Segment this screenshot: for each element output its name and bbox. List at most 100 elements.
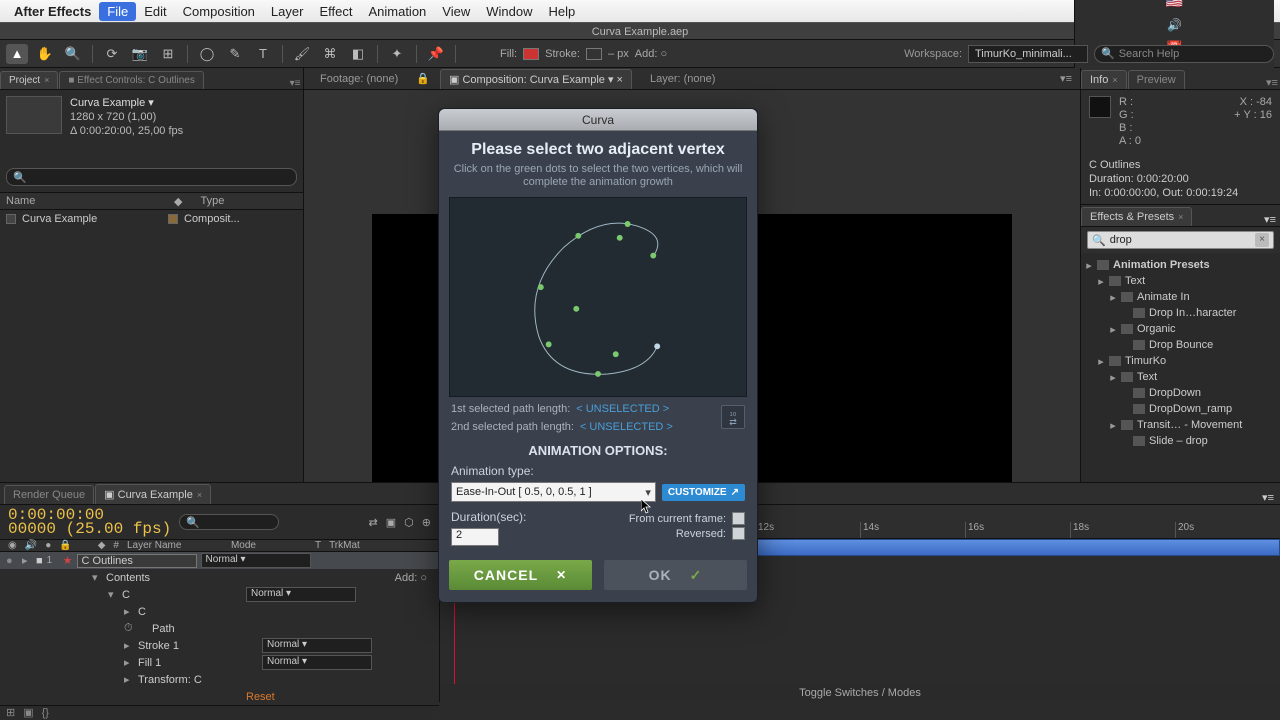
- tab-info[interactable]: Info×: [1081, 70, 1127, 89]
- from-current-frame-label: From current frame:: [629, 513, 726, 525]
- tree-node[interactable]: Drop In…haracter: [1083, 305, 1278, 321]
- layer-row[interactable]: ▸Fill 1Normal ▾: [0, 654, 439, 671]
- layer-row[interactable]: ▸Transform: C: [0, 671, 439, 688]
- check-icon: ✓: [690, 567, 703, 584]
- brush-tool-icon[interactable]: 🖌: [291, 44, 313, 64]
- dialog-titlebar[interactable]: Curva: [439, 109, 757, 131]
- tl-tool-icon[interactable]: ⇄: [369, 516, 378, 529]
- selection-tool-icon[interactable]: ▲: [6, 44, 28, 64]
- tree-node[interactable]: DropDown_ramp: [1083, 401, 1278, 417]
- hand-tool-icon[interactable]: ✋: [34, 44, 56, 64]
- path-length-1: 1st selected path length:< UNSELECTED >: [451, 403, 745, 415]
- layer-row[interactable]: ▸Stroke 1Normal ▾: [0, 637, 439, 654]
- tab-timeline-comp[interactable]: ▣ Curva Example×: [95, 484, 211, 504]
- tree-node[interactable]: DropDown: [1083, 385, 1278, 401]
- fill-color-swatch[interactable]: [523, 48, 539, 60]
- toggle-switches-modes[interactable]: Toggle Switches / Modes: [440, 684, 1280, 702]
- pan-behind-tool-icon[interactable]: ⊞: [157, 44, 179, 64]
- project-search-input[interactable]: 🔍: [6, 168, 297, 186]
- tl-tool-icon[interactable]: ▣: [386, 516, 396, 529]
- menu-composition[interactable]: Composition: [175, 2, 263, 21]
- menu-help[interactable]: Help: [540, 2, 583, 21]
- stroke-width[interactable]: – px: [608, 48, 629, 60]
- layer-row[interactable]: ▾ContentsAdd: ○: [0, 569, 439, 586]
- tree-node[interactable]: ▸Text: [1083, 273, 1278, 289]
- tree-node[interactable]: ▸Animation Presets: [1083, 257, 1278, 273]
- menu-edit[interactable]: Edit: [136, 2, 174, 21]
- tab-effects-presets[interactable]: Effects & Presets×: [1081, 207, 1192, 226]
- layer-row[interactable]: ▸C: [0, 603, 439, 620]
- tree-node[interactable]: ▸Organic: [1083, 321, 1278, 337]
- tab-preview[interactable]: Preview: [1128, 70, 1185, 89]
- panel-menu-icon[interactable]: ▾≡: [1264, 76, 1280, 89]
- camera-tool-icon[interactable]: 📷: [129, 44, 151, 64]
- animation-type-select[interactable]: Ease-In-Out [ 0.5, 0, 0.5, 1 ]▾: [451, 482, 656, 502]
- stroke-color-swatch[interactable]: [586, 48, 602, 60]
- project-item[interactable]: Curva Example Composit...: [0, 210, 303, 228]
- pen-tool-icon[interactable]: ✎: [224, 44, 246, 64]
- stroke-label: Stroke:: [545, 48, 580, 60]
- tl-footer-icon[interactable]: ▣: [23, 706, 33, 719]
- tab-composition[interactable]: ▣ Composition: Curva Example ▾ ×: [440, 69, 632, 89]
- reversed-checkbox[interactable]: [732, 527, 745, 540]
- timeline-search-input[interactable]: 🔍: [179, 514, 279, 530]
- zoom-tool-icon[interactable]: 🔍: [62, 44, 84, 64]
- tree-node[interactable]: ▸Text: [1083, 369, 1278, 385]
- tree-node[interactable]: ▸TimurKo: [1083, 353, 1278, 369]
- panel-menu-icon[interactable]: ▾≡: [1262, 491, 1274, 504]
- comp-thumbnail[interactable]: [6, 96, 62, 134]
- panel-menu-icon[interactable]: ▾≡: [1060, 72, 1072, 85]
- roto-tool-icon[interactable]: ✦: [386, 44, 408, 64]
- menu-file[interactable]: File: [99, 2, 136, 21]
- shape-tool-icon[interactable]: ◯: [196, 44, 218, 64]
- from-current-frame-checkbox[interactable]: [732, 512, 745, 525]
- flag-icon[interactable]: 🇺🇸: [1166, 0, 1183, 10]
- puppet-tool-icon[interactable]: 📌: [425, 44, 447, 64]
- add-label[interactable]: Add: ○: [635, 48, 667, 60]
- tab-layer[interactable]: Layer: (none): [642, 70, 723, 88]
- menu-view[interactable]: View: [434, 2, 478, 21]
- duration-input[interactable]: 2: [451, 528, 499, 546]
- layer-row[interactable]: ⏱Path: [0, 620, 439, 637]
- volume-icon[interactable]: 🔊: [1167, 18, 1182, 32]
- tab-render-queue[interactable]: Render Queue: [4, 485, 94, 504]
- search-help-input[interactable]: 🔍 Search Help: [1094, 45, 1274, 63]
- eraser-tool-icon[interactable]: ◧: [347, 44, 369, 64]
- layer-row[interactable]: Reset: [0, 688, 439, 705]
- rotation-tool-icon[interactable]: ⟳: [101, 44, 123, 64]
- tab-footage[interactable]: Footage: (none): [312, 70, 406, 88]
- tree-node[interactable]: ▸Transit… - Movement: [1083, 417, 1278, 433]
- clear-search-icon[interactable]: ×: [1255, 233, 1269, 247]
- clone-tool-icon[interactable]: ⌘: [319, 44, 341, 64]
- tree-node[interactable]: ▸Animate In: [1083, 289, 1278, 305]
- layer-row[interactable]: ▾CNormal ▾: [0, 586, 439, 603]
- tree-node[interactable]: Slide – drop: [1083, 433, 1278, 449]
- tab-effect-controls[interactable]: ■ Effect Controls: C Outlines: [59, 71, 203, 89]
- menu-animation[interactable]: Animation: [360, 2, 434, 21]
- lock-icon[interactable]: 🔒: [416, 72, 430, 85]
- tab-project[interactable]: Project×: [0, 71, 58, 89]
- path-length-2: 2nd selected path length:< UNSELECTED >: [451, 421, 745, 433]
- cancel-button[interactable]: CANCEL✕: [449, 560, 592, 590]
- effects-search-input[interactable]: 🔍 drop ×: [1087, 231, 1274, 249]
- vertex-canvas[interactable]: [449, 197, 747, 397]
- panel-menu-icon[interactable]: ▾≡: [1264, 213, 1280, 226]
- tl-footer-icon[interactable]: ⊞: [6, 706, 15, 719]
- menu-window[interactable]: Window: [478, 2, 540, 21]
- menu-layer[interactable]: Layer: [263, 2, 312, 21]
- workspace-select[interactable]: TimurKo_minimali...: [968, 45, 1088, 63]
- menu-effect[interactable]: Effect: [311, 2, 360, 21]
- layer-row[interactable]: ●▸■1★C OutlinesNormal ▾: [0, 552, 439, 569]
- panel-menu-icon[interactable]: ▾≡: [287, 78, 303, 89]
- tl-tool-icon[interactable]: ⬡: [404, 516, 414, 529]
- tl-tool-icon[interactable]: ⊕: [422, 516, 431, 529]
- tl-footer-icon[interactable]: {}: [42, 707, 49, 719]
- ok-button[interactable]: OK✓: [604, 560, 747, 590]
- layer-rows[interactable]: ●▸■1★C OutlinesNormal ▾▾ContentsAdd: ○▾C…: [0, 552, 439, 705]
- customize-button[interactable]: CUSTOMIZE↗: [662, 484, 745, 501]
- search-icon: 🔍: [186, 516, 200, 529]
- type-tool-icon[interactable]: T: [252, 44, 274, 64]
- snap-toggle-icon[interactable]: ₁₀⇄: [721, 405, 745, 429]
- tree-node[interactable]: Drop Bounce: [1083, 337, 1278, 353]
- animation-options-heading: ANIMATION OPTIONS:: [439, 443, 757, 458]
